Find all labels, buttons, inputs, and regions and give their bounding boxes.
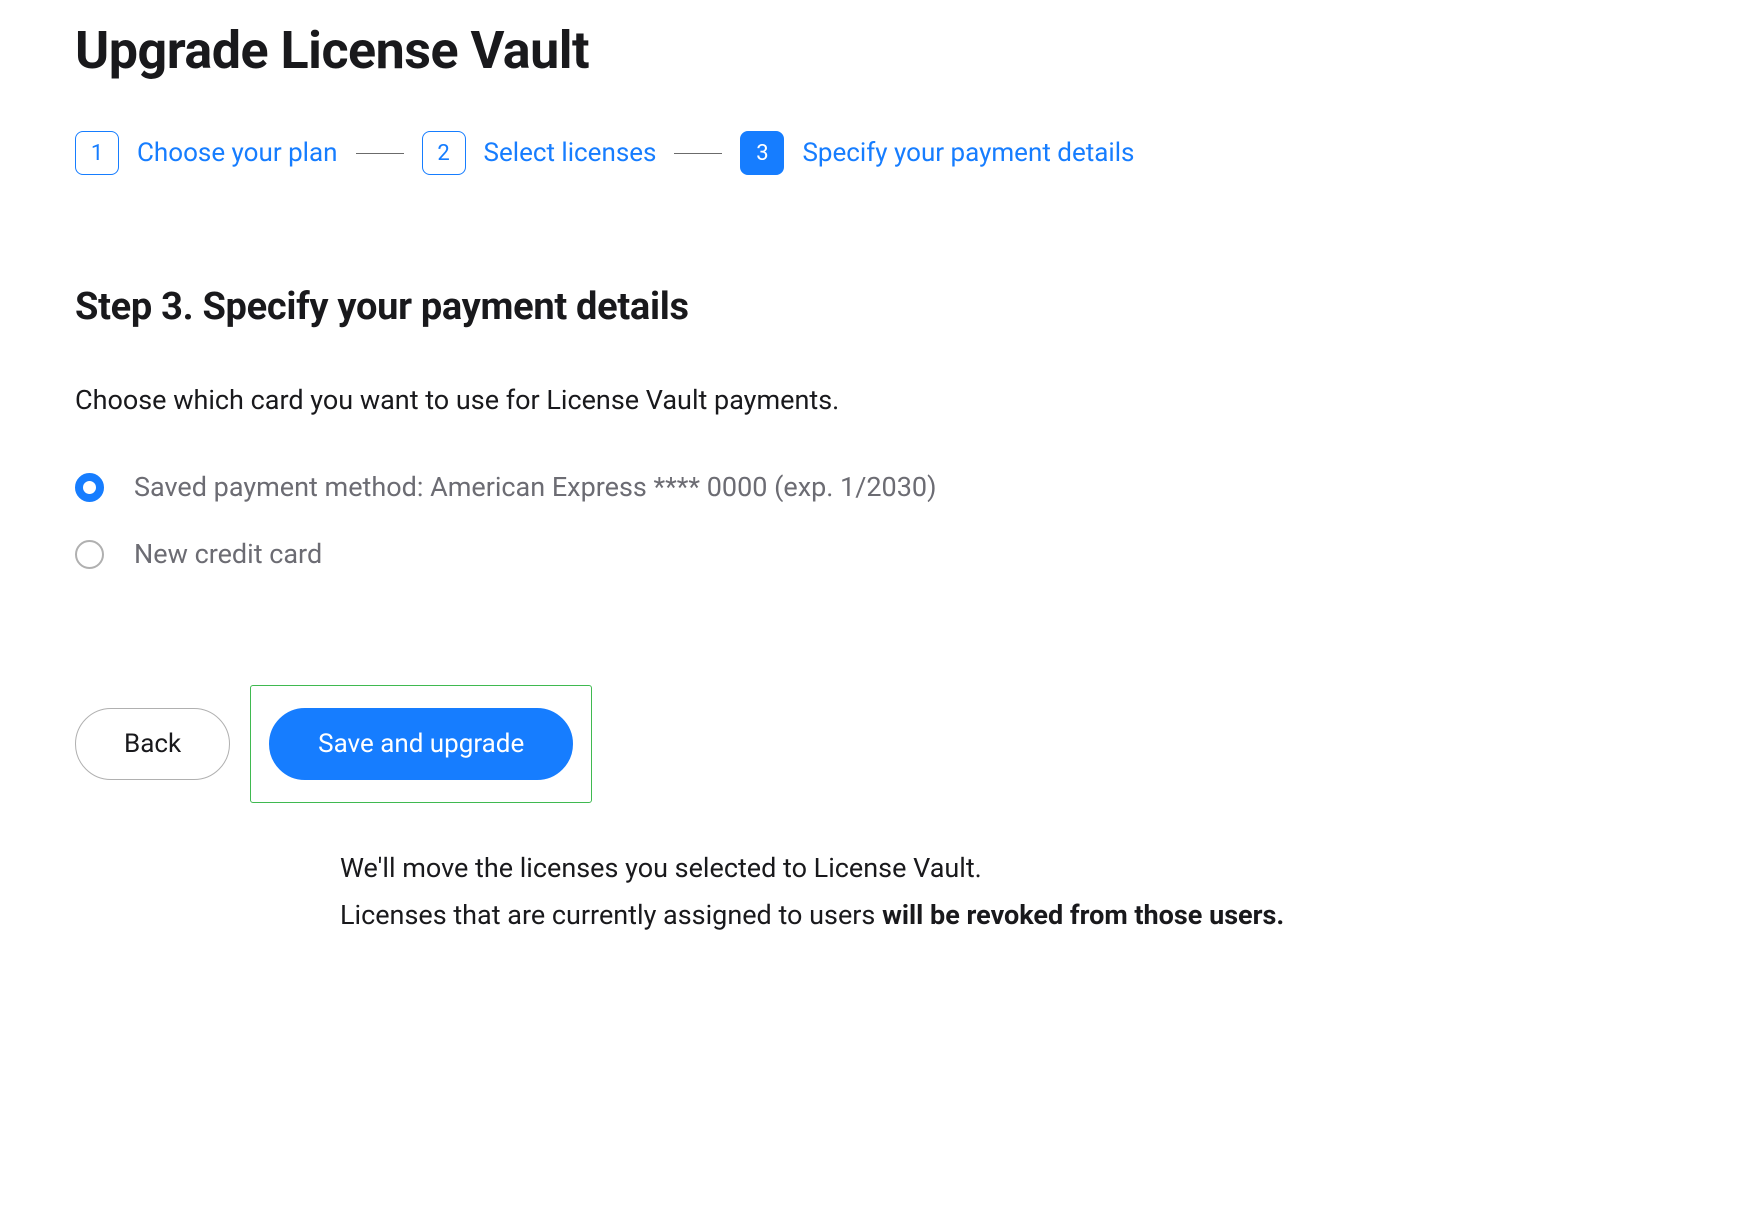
step-2[interactable]: 2 Select licenses — [422, 131, 657, 175]
note-line-1: We'll move the licenses you selected to … — [340, 848, 1672, 889]
step-3[interactable]: 3 Specify your payment details — [740, 131, 1134, 175]
radio-new-card-label: New credit card — [134, 538, 322, 570]
radio-saved-payment[interactable]: Saved payment method: American Express *… — [75, 471, 1672, 503]
page-title: Upgrade License Vault — [75, 20, 1672, 81]
note-block: We'll move the licenses you selected to … — [340, 848, 1672, 935]
note-line-2-prefix: Licenses that are currently assigned to … — [340, 899, 882, 931]
radio-saved-payment-label: Saved payment method: American Express *… — [134, 471, 936, 503]
step-divider — [356, 153, 404, 154]
step-2-number: 2 — [422, 131, 466, 175]
note-line-2: Licenses that are currently assigned to … — [340, 895, 1672, 936]
radio-icon-checked — [75, 473, 104, 502]
save-button-highlight: Save and upgrade — [250, 685, 592, 803]
note-line-2-bold: will be revoked from those users. — [882, 899, 1284, 931]
payment-method-radio-group: Saved payment method: American Express *… — [75, 471, 1672, 570]
section-title: Step 3. Specify your payment details — [75, 285, 1672, 329]
button-row: Back Save and upgrade — [75, 685, 1672, 803]
step-3-label: Specify your payment details — [802, 138, 1134, 168]
back-button[interactable]: Back — [75, 708, 230, 780]
step-1-number: 1 — [75, 131, 119, 175]
section-description: Choose which card you want to use for Li… — [75, 384, 1672, 416]
radio-icon-unchecked — [75, 540, 104, 569]
step-3-number: 3 — [740, 131, 784, 175]
save-and-upgrade-button[interactable]: Save and upgrade — [269, 708, 573, 780]
stepper: 1 Choose your plan 2 Select licenses 3 S… — [75, 131, 1672, 175]
step-2-label: Select licenses — [484, 138, 657, 168]
step-1-label: Choose your plan — [137, 138, 338, 168]
radio-new-card[interactable]: New credit card — [75, 538, 1672, 570]
step-1[interactable]: 1 Choose your plan — [75, 131, 338, 175]
step-divider — [674, 153, 722, 154]
